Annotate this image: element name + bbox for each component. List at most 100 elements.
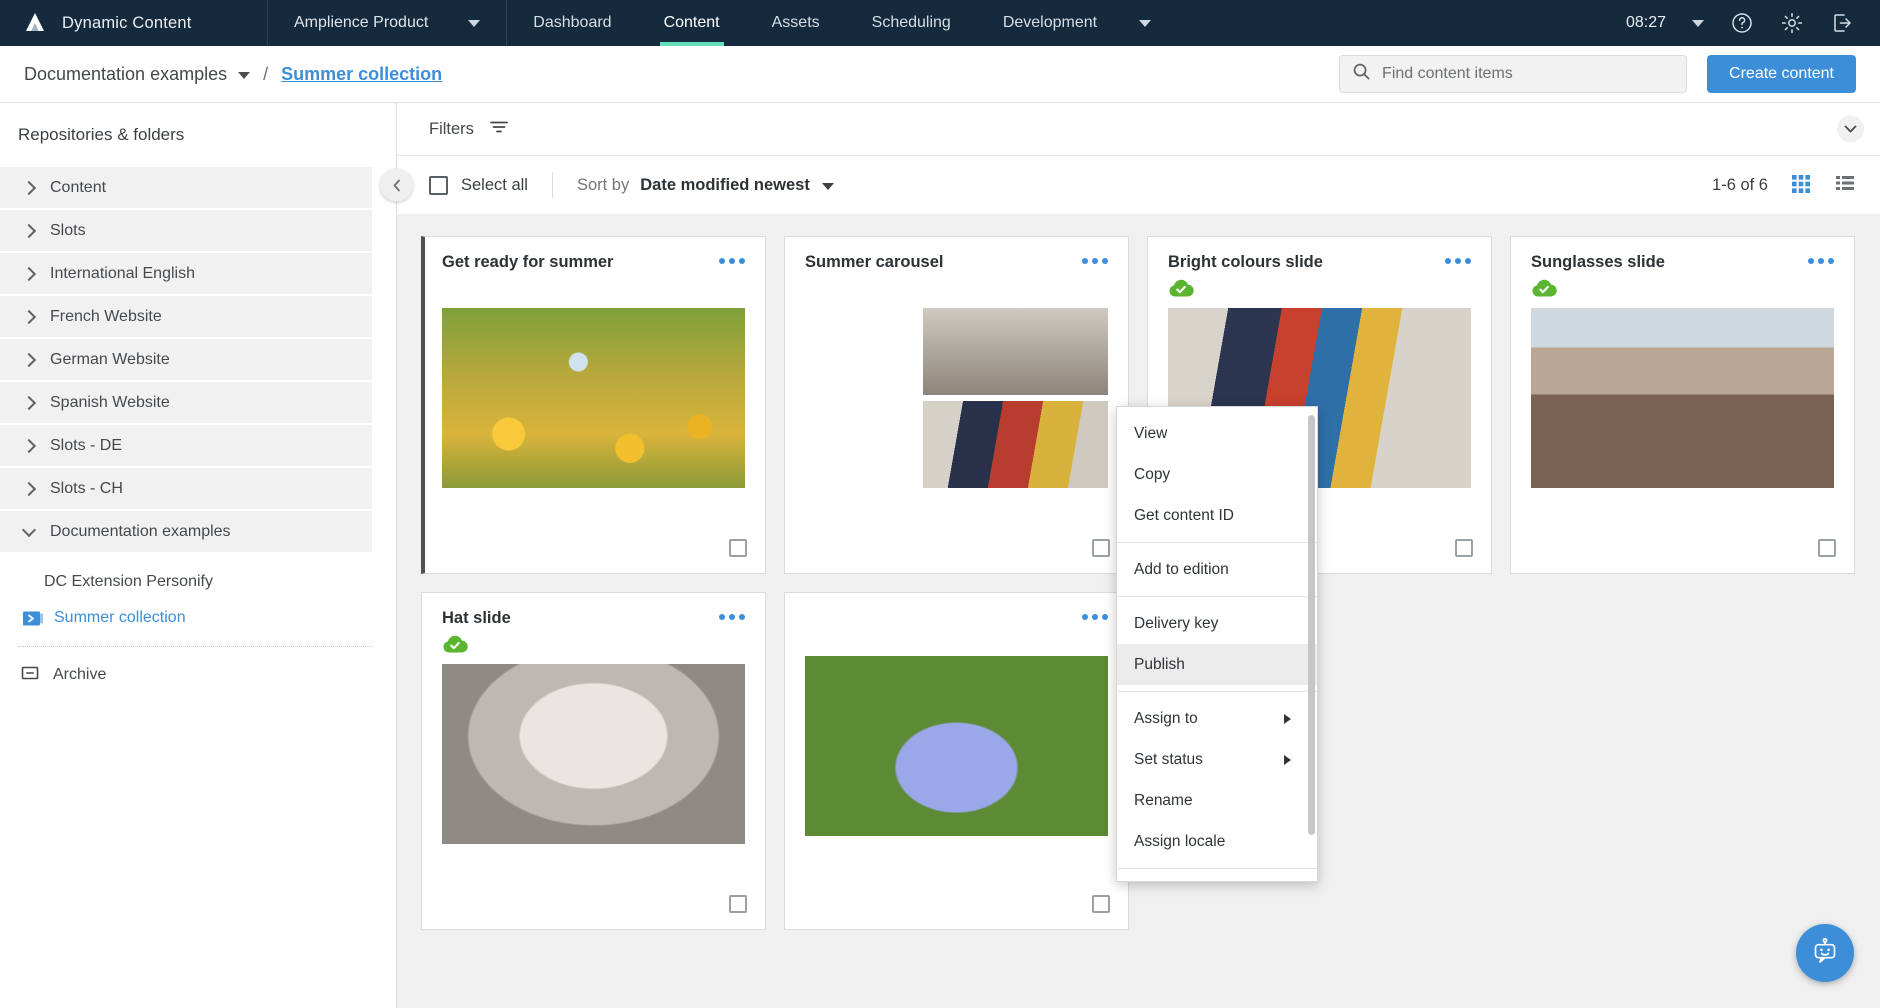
sidebar-child-summer-collection[interactable]: Summer collection (0, 600, 396, 636)
chevron-right-icon (21, 481, 37, 496)
sidebar-item-international-english[interactable]: International English (0, 253, 372, 296)
card-header: Get ready for summer (442, 253, 745, 272)
menu-separator (1117, 868, 1317, 869)
menu-scrollbar[interactable] (1308, 415, 1315, 835)
card-title: Get ready for summer (442, 253, 614, 271)
menu-item-view[interactable]: View (1117, 413, 1317, 454)
card-context-menu[interactable]: View Copy Get content ID Add to edition … (1116, 406, 1318, 882)
content-card[interactable]: Get ready for summer (421, 236, 766, 574)
sidebar-divider (18, 646, 372, 647)
sidebar-item-label: German Website (50, 350, 170, 368)
nav-item-assets[interactable]: Assets (746, 0, 846, 46)
grid-view-icon[interactable] (1790, 172, 1812, 199)
more-options-icon[interactable] (719, 609, 745, 620)
filters-label[interactable]: Filters (429, 120, 474, 139)
sidebar-item-documentation-examples[interactable]: Documentation examples (0, 511, 372, 554)
nav-item-development[interactable]: Development (977, 0, 1123, 46)
content-card[interactable]: Summer carousel (784, 236, 1129, 574)
more-options-icon[interactable] (1082, 253, 1108, 264)
search-input[interactable] (1382, 65, 1675, 83)
menu-item-assign-to[interactable]: Assign to (1117, 698, 1317, 739)
menu-item-label: Assign locale (1134, 832, 1226, 850)
filter-icon[interactable] (488, 118, 510, 141)
menu-item-label: Publish (1134, 655, 1185, 673)
search-box[interactable] (1339, 55, 1688, 93)
menu-item-get-content-id[interactable]: Get content ID (1117, 495, 1317, 536)
menu-separator (1117, 542, 1317, 543)
card-select-checkbox[interactable] (729, 539, 747, 557)
menu-separator (1117, 691, 1317, 692)
sidebar-item-german-website[interactable]: German Website (0, 339, 372, 382)
card-select-checkbox[interactable] (1818, 539, 1836, 557)
logout-icon[interactable] (1830, 11, 1854, 35)
gear-icon[interactable] (1780, 11, 1804, 35)
sidebar-item-slots-de[interactable]: Slots - DE (0, 425, 372, 468)
top-nav-right-cluster: 08:27 (1626, 0, 1880, 46)
chevron-right-icon (21, 223, 37, 238)
menu-item-rename[interactable]: Rename (1117, 780, 1317, 821)
menu-item-publish[interactable]: Publish (1117, 644, 1317, 685)
nav-item-content[interactable]: Content (638, 0, 746, 46)
menu-item-label: Get content ID (1134, 506, 1234, 524)
list-view-icon[interactable] (1834, 172, 1856, 199)
more-options-icon[interactable] (1082, 609, 1108, 620)
card-header: Summer carousel (805, 253, 1108, 272)
sidebar-item-archive[interactable]: Archive (0, 657, 396, 693)
sidebar-item-slots-ch[interactable]: Slots - CH (0, 468, 372, 511)
menu-item-delivery-key[interactable]: Delivery key (1117, 603, 1317, 644)
card-select-checkbox[interactable] (1092, 895, 1110, 913)
menu-item-label: Add to edition (1134, 560, 1229, 578)
breadcrumb-right-cluster: Create content (1339, 55, 1856, 93)
more-options-icon[interactable] (1808, 253, 1834, 264)
more-options-icon[interactable] (1445, 253, 1471, 264)
product-selector[interactable]: Amplience Product (268, 0, 508, 46)
sidebar-item-slots[interactable]: Slots (0, 210, 372, 253)
card-select-checkbox[interactable] (1092, 539, 1110, 557)
menu-separator (1117, 596, 1317, 597)
nav-overflow-button[interactable] (1123, 0, 1167, 46)
nav-item-scheduling[interactable]: Scheduling (846, 0, 977, 46)
card-select-checkbox[interactable] (1455, 539, 1473, 557)
chevron-down-icon (468, 19, 481, 27)
collapse-filter-panel-button[interactable] (1837, 115, 1864, 143)
content-card[interactable]: Hat slide (421, 592, 766, 930)
app-body: Repositories & folders Content Slots Int… (0, 103, 1880, 1008)
collapse-sidebar-button[interactable] (380, 168, 413, 202)
card-status-row (442, 628, 745, 658)
select-all-checkbox[interactable] (429, 175, 448, 195)
breadcrumb-bar: Documentation examples / Summer collecti… (0, 46, 1880, 103)
brand-area[interactable]: Dynamic Content (0, 0, 268, 46)
chevron-down-icon[interactable] (821, 183, 834, 190)
nav-item-dashboard[interactable]: Dashboard (507, 0, 637, 46)
create-content-button[interactable]: Create content (1707, 55, 1856, 93)
breadcrumb-current[interactable]: Summer collection (281, 64, 442, 85)
card-thumbnail (442, 308, 745, 488)
sidebar-item-label: Archive (53, 666, 107, 683)
card-status-row (442, 272, 745, 302)
chatbot-assistant-button[interactable] (1796, 924, 1854, 982)
sidebar-item-french-website[interactable]: French Website (0, 296, 372, 339)
sidebar-item-content[interactable]: Content (0, 167, 372, 210)
content-card[interactable] (784, 592, 1129, 930)
breadcrumb-separator: / (263, 63, 269, 84)
card-title: Summer carousel (805, 253, 944, 271)
sort-by-value[interactable]: Date modified newest (640, 176, 810, 195)
select-all-control[interactable]: Select all (429, 175, 528, 195)
more-options-icon[interactable] (719, 253, 745, 264)
chevron-down-icon[interactable] (1692, 19, 1704, 27)
nav-label: Dashboard (533, 14, 612, 31)
card-title: Bright colours slide (1168, 253, 1323, 271)
menu-item-set-status[interactable]: Set status (1117, 739, 1317, 780)
menu-item-copy[interactable]: Copy (1117, 454, 1317, 495)
breadcrumb-root[interactable]: Documentation examples (24, 64, 227, 85)
content-card[interactable]: Sunglasses slide (1510, 236, 1855, 574)
chevron-down-icon[interactable] (238, 72, 251, 79)
nav-label: Content (663, 14, 720, 31)
menu-item-add-to-edition[interactable]: Add to edition (1117, 549, 1317, 590)
menu-item-assign-locale[interactable]: Assign locale (1117, 821, 1317, 862)
sidebar-item-spanish-website[interactable]: Spanish Website (0, 382, 372, 425)
help-circle-icon[interactable] (1730, 11, 1754, 35)
card-select-checkbox[interactable] (729, 895, 747, 913)
sidebar-child-dc-extension-personify[interactable]: DC Extension Personify (0, 564, 396, 600)
menu-item-label: Copy (1134, 465, 1171, 483)
